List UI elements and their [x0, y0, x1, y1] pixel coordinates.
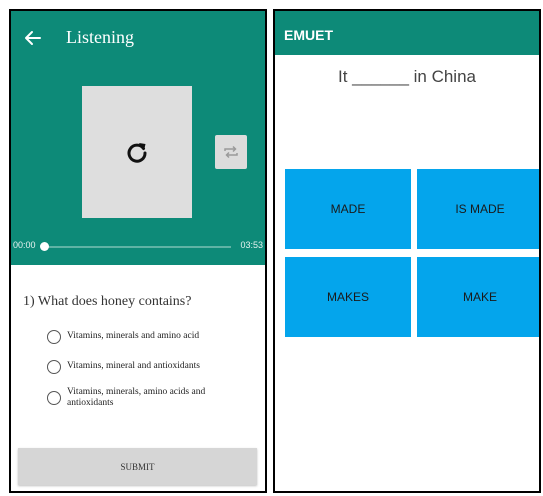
seek-bar[interactable] — [43, 246, 231, 248]
replay-icon[interactable] — [125, 140, 149, 164]
app-title: EMUET — [284, 27, 333, 43]
radio-button[interactable] — [47, 330, 61, 344]
radio-button[interactable] — [47, 391, 61, 405]
phone-frame-quiz: EMUET It ______ in China MADE IS MADE MA… — [273, 9, 541, 493]
audio-player-box[interactable] — [82, 86, 192, 218]
option-label: Vitamins, minerals, amino acids and anti… — [67, 387, 206, 408]
page-title: Listening — [66, 27, 134, 47]
app-bar: EMUET — [275, 11, 539, 55]
seek-thumb[interactable] — [40, 242, 49, 251]
answer-option-3[interactable]: Vitamins, minerals, amino acids and anti… — [47, 387, 227, 409]
radio-button[interactable] — [47, 360, 61, 374]
total-time: 03:53 — [240, 240, 263, 250]
current-time: 00:00 — [13, 240, 36, 250]
option-label: Vitamins, mineral and antioxidants — [67, 361, 200, 371]
repeat-icon — [224, 145, 238, 159]
choice-button-is-made[interactable]: IS MADE — [417, 169, 539, 249]
quiz-screen: EMUET It ______ in China MADE IS MADE MA… — [275, 11, 539, 491]
player-area: Listening 00:00 03:53 — [11, 11, 265, 265]
question-text: 1) What does honey contains? — [23, 294, 192, 309]
answer-option-2[interactable]: Vitamins, mineral and antioxidants — [47, 359, 227, 374]
answer-option-1[interactable]: Vitamins, minerals and amino acid — [47, 329, 227, 344]
app-bar: Listening — [11, 11, 265, 67]
back-arrow-icon[interactable] — [23, 28, 43, 48]
repeat-button[interactable] — [215, 135, 247, 169]
option-label: Vitamins, minerals and amino acid — [67, 331, 200, 341]
listening-screen: Listening 00:00 03:53 1) What does honey… — [11, 11, 265, 491]
choice-button-makes[interactable]: MAKES — [285, 257, 411, 337]
phone-frame-listening: Listening 00:00 03:53 1) What does honey… — [9, 9, 267, 493]
choice-button-made[interactable]: MADE — [285, 169, 411, 249]
choice-button-make[interactable]: MAKE — [417, 257, 539, 337]
submit-button[interactable]: SUBMIT — [18, 448, 257, 485]
fill-blank-sentence: It ______ in China — [338, 67, 476, 86]
